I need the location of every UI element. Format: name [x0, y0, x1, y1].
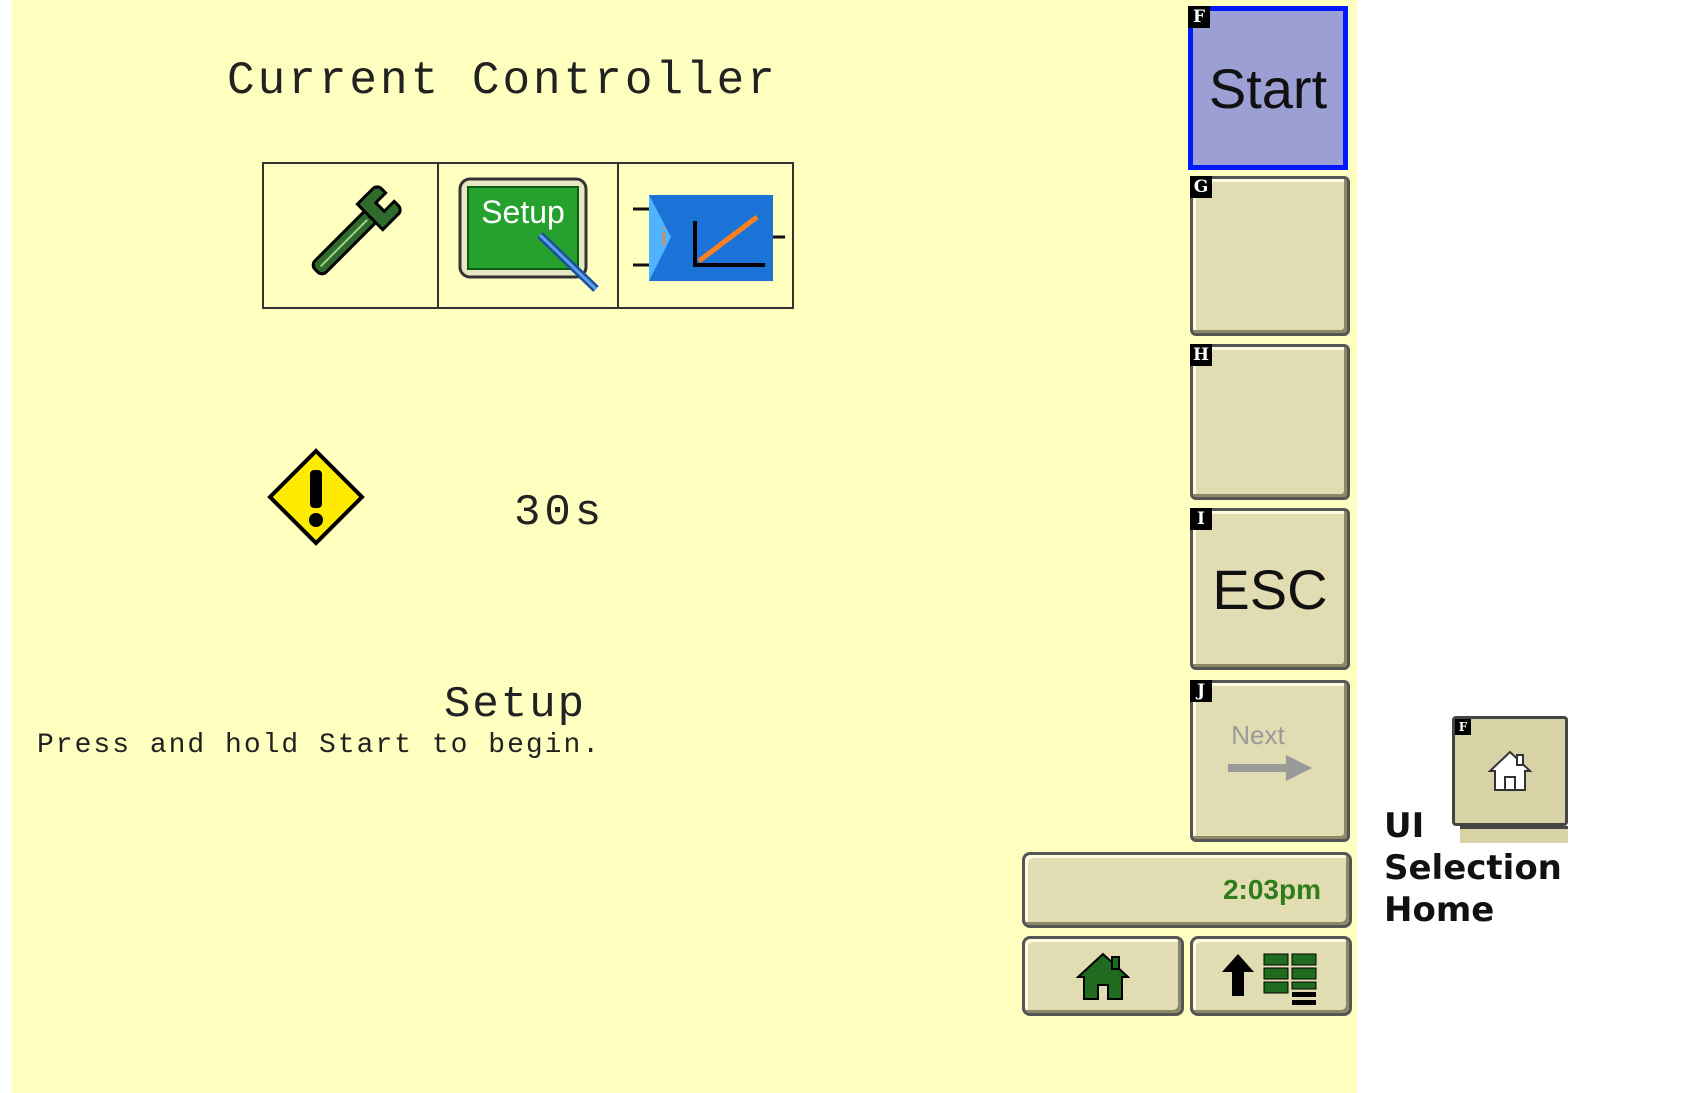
key-letter-j: J: [1190, 680, 1212, 702]
thumb-key-letter: F: [1455, 719, 1471, 735]
calibration-icon: i: [619, 164, 792, 307]
next-button[interactable]: J Next: [1190, 680, 1350, 842]
countdown-timer: 30s: [514, 488, 606, 538]
home-button[interactable]: [1022, 936, 1184, 1016]
instruction-text: Press and hold Start to begin.: [37, 730, 602, 761]
next-label: Next: [1231, 719, 1285, 750]
caption-line-3: Home: [1384, 890, 1495, 930]
softkey-h-button[interactable]: H: [1190, 344, 1350, 500]
up-arrow-menu-icon: [1222, 953, 1317, 1005]
key-letter-i: I: [1190, 508, 1212, 530]
svg-text:i: i: [661, 224, 666, 251]
start-label: Start: [1208, 56, 1328, 120]
key-letter-g: G: [1190, 176, 1212, 198]
key-letter-f: F: [1188, 6, 1210, 28]
esc-label: ESC: [1212, 557, 1328, 621]
page-title: Current Controller: [227, 55, 778, 107]
setup-icon: Setup: [439, 164, 619, 307]
clock-display: 2:03pm: [1022, 852, 1352, 928]
esc-button[interactable]: I ESC: [1190, 508, 1350, 670]
setup-icon-text: Setup: [481, 194, 565, 230]
home-softkey-thumbnail: F: [1452, 716, 1568, 826]
icon-strip: Setup i: [262, 162, 794, 309]
key-letter-h: H: [1190, 344, 1212, 366]
thumbnail-next-key: [1460, 826, 1568, 843]
start-button[interactable]: F Start: [1188, 6, 1348, 170]
wrench-icon: [264, 164, 440, 307]
warning-icon: [267, 448, 365, 546]
menu-button[interactable]: [1190, 936, 1352, 1016]
caption-line-2: Selection: [1384, 848, 1562, 888]
status-text: Setup: [444, 680, 587, 730]
right-arrow-icon: [1228, 754, 1312, 781]
home-icon: [1487, 750, 1533, 791]
display-screen: Current Controller Setup i 30s Setup Pre…: [12, 0, 1357, 1093]
home-icon: [1076, 952, 1130, 1000]
softkey-g-button[interactable]: G: [1190, 176, 1350, 336]
